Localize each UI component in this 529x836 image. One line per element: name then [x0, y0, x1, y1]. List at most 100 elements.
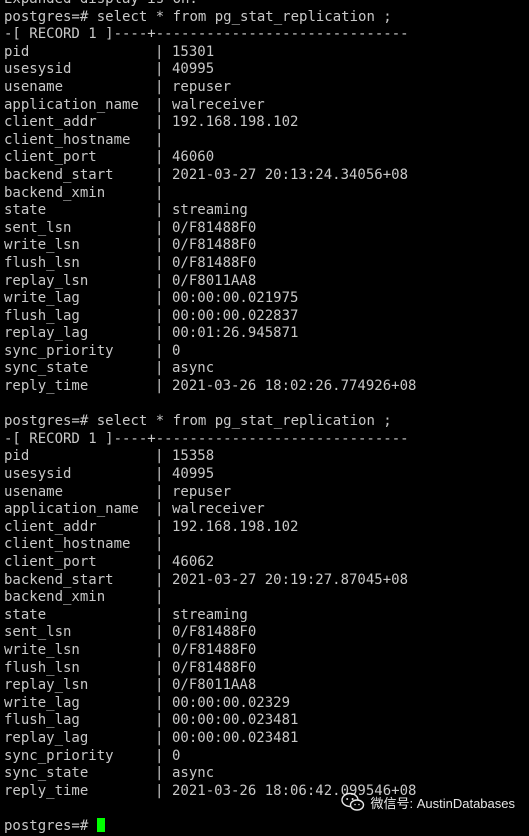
field-value: 2021-03-26 18:02:26.774926+08 — [172, 378, 417, 395]
field-name: usesysid — [4, 466, 72, 483]
column-separator: | — [155, 448, 164, 465]
field-value: 46060 — [172, 149, 215, 166]
field-name: replay_lsn — [4, 272, 89, 289]
column-separator: | — [155, 501, 164, 518]
column-separator: | — [155, 659, 164, 676]
record-row-replay-lag: replay_lag | 00:01:26.945871 — [4, 325, 529, 343]
record-row-write-lag: write_lag | 00:00:00.02329 — [4, 695, 529, 713]
column-separator: | — [155, 254, 164, 271]
record-row-reply-time: reply_time | 2021-03-26 18:02:26.774926+08 — [4, 378, 529, 396]
field-name: write_lsn — [4, 641, 80, 658]
command-text: select * from pg_stat_replication ; — [88, 8, 392, 25]
column-separator: | — [155, 237, 164, 254]
field-value: streaming — [172, 606, 248, 623]
watermark: 微信号: AustinDatabases — [341, 792, 515, 812]
record-row-backend-xmin: backend_xmin | — [4, 185, 529, 203]
field-value: 0/F81488F0 — [172, 237, 257, 254]
prompt: postgres=# — [4, 8, 89, 25]
column-separator: | — [155, 554, 164, 570]
record-row-state: state | streaming — [4, 202, 529, 220]
field-value: walreceiver — [172, 501, 265, 518]
field-name: backend_start — [4, 166, 114, 183]
field-name: sent_lsn — [4, 219, 72, 236]
field-name: application_name — [4, 96, 139, 113]
record-row-client-hostname: client_hostname | — [4, 132, 529, 150]
prompt: postgres=# — [4, 413, 89, 430]
field-name: replay_lag — [4, 729, 89, 746]
prompt: postgres=# — [4, 817, 97, 834]
record-row-backend-start: backend_start | 2021-03-27 20:13:24.34056+… — [4, 167, 529, 185]
field-name: flush_lsn — [4, 254, 80, 271]
column-separator: | — [155, 114, 164, 131]
column-separator: | — [155, 483, 164, 500]
field-value: 46062 — [172, 554, 215, 570]
field-name: reply_time — [4, 378, 89, 395]
field-name: sent_lsn — [4, 624, 72, 641]
field-name: usesysid — [4, 61, 72, 78]
record-row-backend-start: backend_start | 2021-03-27 20:19:27.87045+… — [4, 572, 529, 590]
record-row-sent-lsn: sent_lsn | 0/F81488F0 — [4, 624, 529, 642]
field-value: 40995 — [172, 466, 215, 483]
column-separator: | — [155, 677, 164, 694]
record-row-flush-lsn: flush_lsn | 0/F81488F0 — [4, 660, 529, 678]
field-name: sync_state — [4, 765, 89, 782]
field-name: backend_xmin — [4, 184, 106, 201]
column-separator: | — [155, 219, 164, 236]
record-row-write-lag: write_lag | 00:00:00.021975 — [4, 290, 529, 308]
field-name: client_addr — [4, 518, 97, 535]
column-separator: | — [155, 149, 164, 166]
column-separator: | — [155, 43, 164, 60]
field-name: usename — [4, 78, 64, 95]
field-value: 0 — [172, 342, 181, 359]
column-separator: | — [155, 325, 164, 342]
field-value: walreceiver — [172, 96, 265, 113]
record-row-sync-priority: sync_priority | 0 — [4, 748, 529, 766]
record-row-client-port: client_port | 46060 — [4, 149, 529, 167]
command-text: select * from pg_stat_replication ; — [88, 413, 392, 430]
field-value: 0 — [172, 747, 181, 764]
column-separator: | — [155, 360, 164, 377]
record-row-flush-lag: flush_lag | 00:00:00.022837 — [4, 308, 529, 326]
record-row-sync-state: sync_state | async — [4, 360, 529, 378]
record-row-application-name: application_name | walreceiver — [4, 501, 529, 519]
command-line-1: postgres=# select * from pg_stat_replica… — [4, 9, 529, 27]
field-name: client_hostname — [4, 131, 131, 148]
field-name: backend_xmin — [4, 589, 106, 606]
record-row-usesysid: usesysid | 40995 — [4, 466, 529, 484]
field-value: repuser — [172, 78, 232, 95]
column-separator: | — [155, 782, 164, 799]
record-row-application-name: application_name | walreceiver — [4, 97, 529, 115]
terminal-cursor — [96, 817, 105, 832]
record-row-flush-lsn: flush_lsn | 0/F81488F0 — [4, 255, 529, 273]
field-name: pid — [4, 448, 30, 465]
field-name: pid — [4, 43, 30, 60]
field-name: replay_lsn — [4, 677, 89, 694]
record-row-client-port: client_port | 46062 — [4, 554, 529, 572]
record-row-sync-priority: sync_priority | 0 — [4, 343, 529, 361]
field-name: application_name — [4, 501, 139, 518]
field-name: client_addr — [4, 114, 97, 131]
field-name: backend_start — [4, 571, 114, 588]
column-separator: | — [155, 342, 164, 359]
field-value: streaming — [172, 202, 248, 219]
column-separator: | — [155, 606, 164, 623]
field-value: 2021-03-27 20:19:27.87045+08 — [172, 571, 409, 588]
column-separator: | — [155, 729, 164, 746]
column-separator: | — [155, 272, 164, 289]
record-row-write-lsn: write_lsn | 0/F81488F0 — [4, 642, 529, 660]
terminal-output[interactable]: Expanded display is on. postgres=# selec… — [4, 0, 529, 834]
field-name: usename — [4, 483, 64, 500]
column-separator: | — [155, 536, 164, 553]
column-separator: | — [155, 571, 164, 588]
field-name: sync_state — [4, 360, 89, 377]
field-value: 00:01:26.945871 — [172, 325, 299, 342]
column-separator: | — [155, 694, 164, 711]
field-value: 00:00:00.023481 — [172, 712, 299, 729]
column-separator: | — [155, 78, 164, 95]
field-value: 00:00:00.023481 — [172, 729, 299, 746]
wechat-icon — [341, 792, 365, 811]
field-name: reply_time — [4, 782, 89, 799]
record-row-client-addr: client_addr | 192.168.198.102 — [4, 519, 529, 537]
record-header-2: -[ RECORD 1 ]----+----------------------… — [4, 430, 409, 447]
